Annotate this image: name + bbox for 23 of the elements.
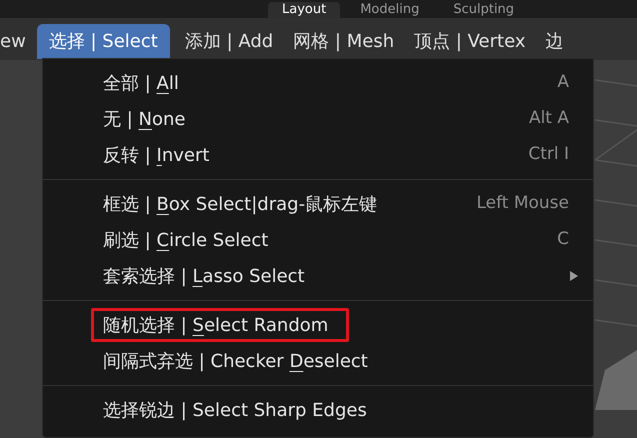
shortcut-label: Ctrl I — [528, 143, 569, 166]
menu-item[interactable]: 套索选择 | Lasso Select — [91, 259, 326, 293]
menu-bar-item[interactable]: ew — [0, 24, 35, 59]
menu-bar-item[interactable]: 选择 | Select — [36, 24, 170, 59]
menu-bar-item[interactable]: 网格 | Mesh — [284, 24, 404, 59]
menu-item[interactable]: 刷选 | Circle Select — [91, 223, 290, 257]
shortcut-label: Alt A — [528, 107, 569, 130]
workspace-tab[interactable]: Modeling — [346, 2, 434, 18]
menu-item[interactable]: 反转 | Invert — [91, 138, 230, 172]
menu-item[interactable]: 框选 | Box Select|drag-鼠标左键 — [91, 187, 398, 221]
workspace-tab[interactable]: Layout — [268, 2, 340, 18]
menu-item[interactable]: 随机选择 | Select Random — [91, 308, 350, 342]
menu-bar-item[interactable]: 顶点 | Vertex — [405, 24, 534, 59]
workspace-tab[interactable]: Sculpting — [439, 2, 528, 18]
shortcut-label: Left Mouse — [476, 192, 569, 216]
menu-bar-item[interactable]: 添加 | Add — [176, 24, 282, 59]
shortcut-label: C — [557, 228, 569, 252]
menu-item[interactable]: 无 | None — [91, 102, 206, 136]
shortcut-label: A — [557, 71, 569, 94]
menu-item[interactable]: 间隔式弃选 | Checker Deselect — [91, 344, 389, 378]
menu-item[interactable]: 选择锐边 | Select Sharp Edges — [91, 393, 388, 427]
menu-item[interactable]: 全部 | All — [91, 66, 200, 100]
menu-bar-item[interactable]: 边 — [536, 24, 572, 59]
